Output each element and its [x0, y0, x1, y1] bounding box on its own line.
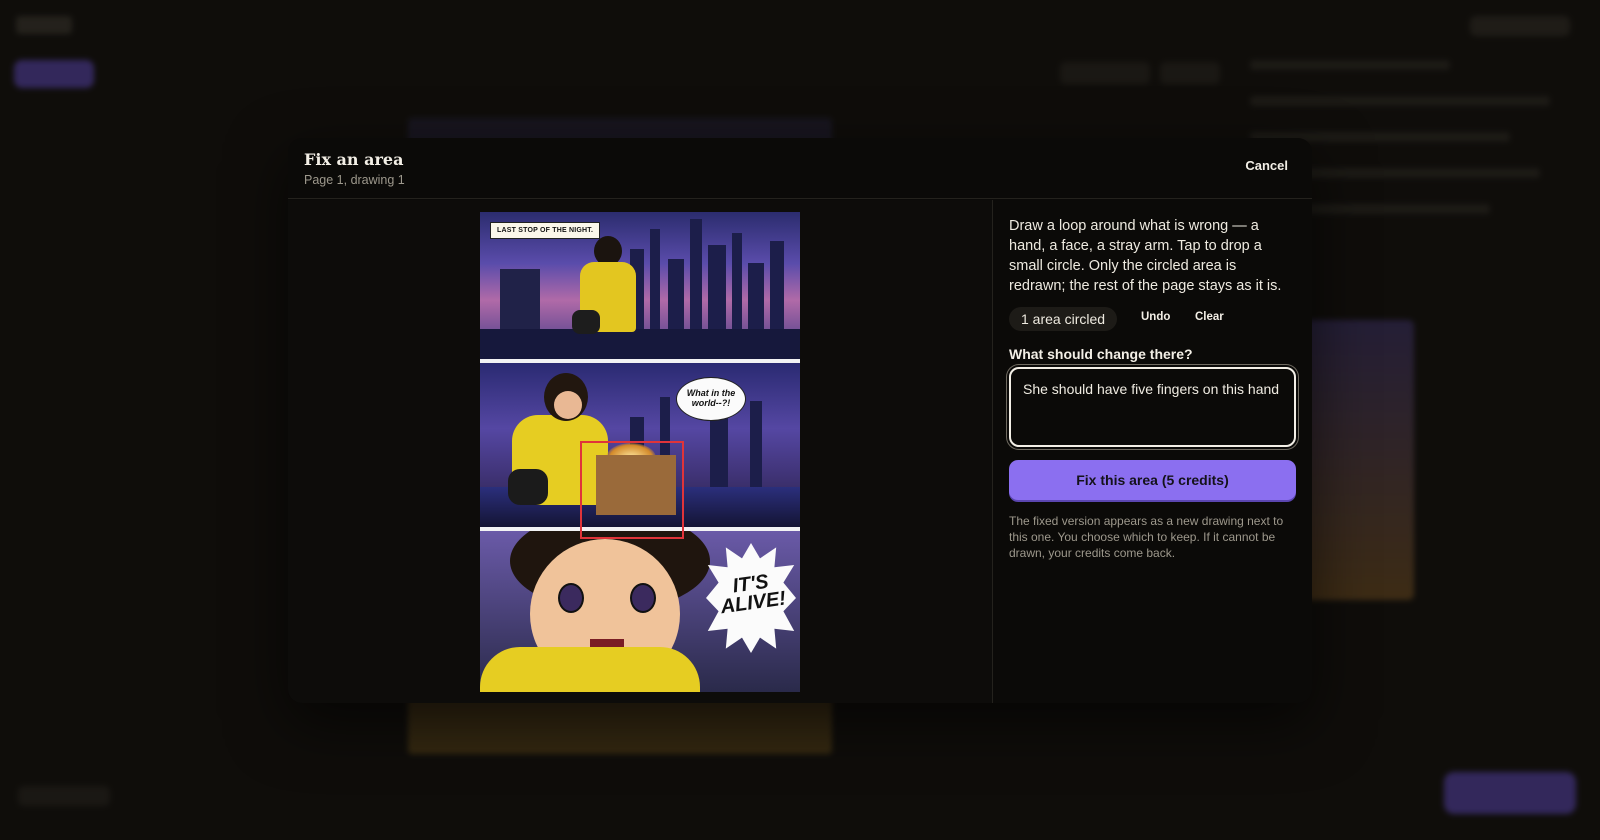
drawing-canvas-area[interactable]: LAST STOP OF THE NIGHT. What in the worl…: [288, 200, 992, 703]
speech-bubble: What in the world--?!: [676, 377, 746, 421]
fix-area-button[interactable]: Fix this area (5 credits): [1009, 460, 1296, 500]
circled-area-marker[interactable]: [580, 441, 684, 539]
circled-count-badge: 1 area circled: [1009, 307, 1118, 331]
caption-box: LAST STOP OF THE NIGHT.: [490, 222, 601, 239]
comic-page-image[interactable]: LAST STOP OF THE NIGHT. What in the worl…: [480, 212, 800, 692]
panel-divider: [992, 200, 993, 703]
selection-toolbar: 1 area circled Undo Clear: [1009, 307, 1296, 331]
fix-options-panel: Draw a loop around what is wrong — a han…: [1009, 200, 1296, 703]
dialog-subtitle: Page 1, drawing 1: [304, 173, 405, 187]
clear-button[interactable]: Clear: [1195, 311, 1224, 323]
character-back-view: [572, 232, 642, 359]
comic-panel-3: IT'S ALIVE!: [480, 531, 800, 692]
cancel-button[interactable]: Cancel: [1245, 158, 1288, 173]
credits-footnote: The fixed version appears as a new drawi…: [1009, 514, 1284, 560]
comic-panel-1: LAST STOP OF THE NIGHT.: [480, 212, 800, 359]
instructions-text: Draw a loop around what is wrong — a han…: [1009, 218, 1282, 294]
dialog-header: Fix an area Page 1, drawing 1 Cancel: [288, 138, 1312, 199]
dialog-body: LAST STOP OF THE NIGHT. What in the worl…: [288, 200, 1312, 703]
change-description-input[interactable]: She should have five fingers on this han…: [1009, 367, 1296, 447]
undo-button[interactable]: Undo: [1141, 311, 1170, 323]
change-field-label: What should change there?: [1009, 346, 1193, 362]
dialog-title: Fix an area: [304, 150, 404, 169]
fix-area-dialog: Fix an area Page 1, drawing 1 Cancel LAS…: [288, 138, 1312, 703]
